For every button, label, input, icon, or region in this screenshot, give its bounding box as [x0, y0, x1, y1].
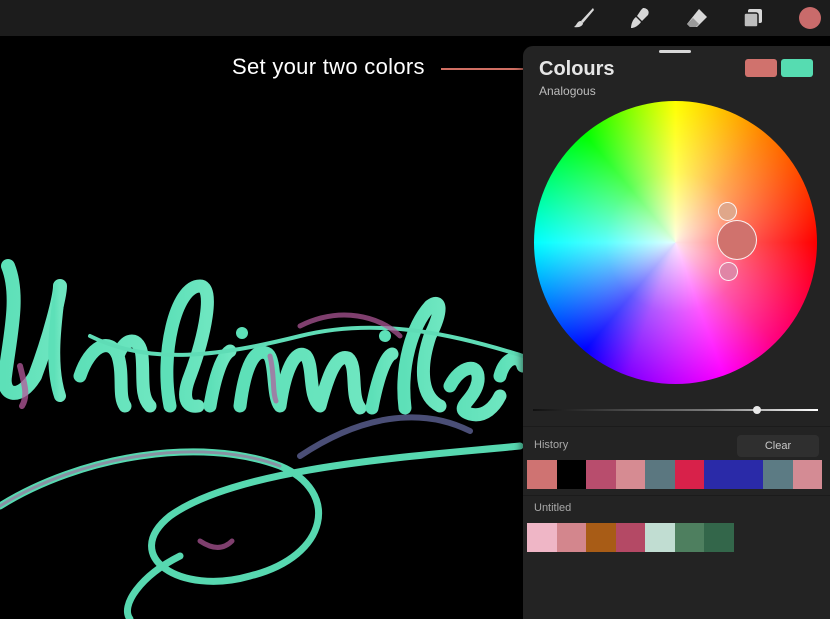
palette-swatches [527, 523, 734, 552]
harmony-handle-secondary-bottom[interactable] [719, 262, 738, 281]
top-toolbar [0, 0, 830, 36]
history-swatch-5[interactable] [674, 460, 704, 489]
color-harmony-wheel[interactable] [534, 101, 817, 384]
harmony-handle-secondary-top[interactable] [718, 202, 737, 221]
history-swatch-7[interactable] [733, 460, 763, 489]
brightness-slider-track[interactable] [533, 409, 818, 411]
history-swatch-0[interactable] [527, 460, 557, 489]
palette-swatch-4[interactable] [645, 523, 675, 552]
layers-icon[interactable] [741, 6, 765, 30]
history-swatch-6[interactable] [704, 460, 734, 489]
brush-icon[interactable] [572, 6, 596, 30]
history-label: History [534, 439, 569, 451]
divider [523, 495, 830, 496]
history-swatch-1[interactable] [556, 460, 586, 489]
panel-title: Colours [539, 58, 615, 80]
palette-label: Untitled [534, 502, 572, 514]
history-swatch-3[interactable] [615, 460, 645, 489]
smudge-icon[interactable] [628, 6, 652, 30]
palette-swatch-3[interactable] [615, 523, 645, 552]
eraser-icon[interactable] [685, 6, 709, 30]
brightness-slider-thumb[interactable] [753, 406, 761, 414]
harmony-mode-label[interactable]: Analogous [539, 84, 596, 98]
palette-swatch-2[interactable] [586, 523, 616, 552]
history-swatch-9[interactable] [792, 460, 822, 489]
colours-panel: Colours Analogous History Clear Untitled [523, 46, 830, 619]
annotation-text: Set your two colors [232, 54, 425, 79]
history-swatch-4[interactable] [645, 460, 675, 489]
divider [523, 426, 830, 427]
history-swatches [527, 460, 822, 489]
harmony-handle-primary[interactable] [717, 220, 757, 260]
palette-swatch-6[interactable] [704, 523, 734, 552]
primary-color-swatch[interactable] [745, 59, 777, 77]
palette-swatch-5[interactable] [674, 523, 704, 552]
history-swatch-2[interactable] [586, 460, 616, 489]
current-color-button[interactable] [799, 7, 821, 29]
clear-history-button[interactable]: Clear [737, 435, 819, 457]
history-swatch-8[interactable] [763, 460, 793, 489]
palette-swatch-1[interactable] [556, 523, 586, 552]
palette-swatch-0[interactable] [527, 523, 557, 552]
panel-grabber[interactable] [659, 50, 691, 53]
secondary-color-swatch[interactable] [781, 59, 813, 77]
annotation-line-left [441, 68, 533, 70]
